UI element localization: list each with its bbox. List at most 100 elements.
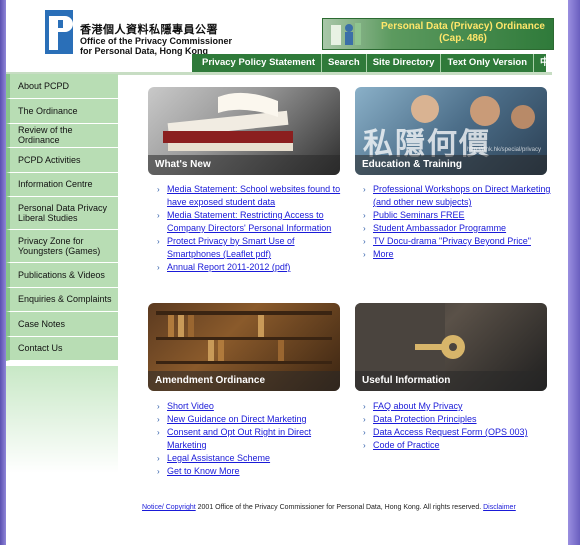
window-right-border [568,0,580,545]
bullet-arrow-icon: › [363,250,366,259]
whats-new-link-annual-report[interactable]: Annual Report 2011-2012 (pdf) [167,262,290,272]
list-item: › Annual Report 2011-2012 (pdf) [155,261,345,274]
amendment-link-short-video[interactable]: Short Video [167,401,214,411]
nav-chinese[interactable]: 中文 [533,54,565,72]
list-item: › Media Statement: School websites found … [155,183,345,209]
whats-new-panel[interactable]: What's New [148,87,340,175]
banner-line2: (Cap. 486) [439,33,487,44]
amendment-links: › Short Video › New Guidance on Direct Mar… [155,400,345,478]
nav-text-only[interactable]: Text Only Version [440,54,533,72]
ordinance-banner[interactable]: Personal Data (Privacy) Ordinance (Cap. … [322,18,554,50]
nav-privacy-policy[interactable]: Privacy Policy Statement [192,54,321,72]
bullet-arrow-icon: › [157,237,160,246]
amendment-ordinance-title: Amendment Ordinance [148,371,340,391]
amendment-ordinance-panel[interactable]: Amendment Ordinance [148,303,340,391]
sidebar-item-publications[interactable]: Publications & Videos [6,263,118,288]
disclaimer-link[interactable]: Disclaimer [483,504,516,511]
education-link-more[interactable]: More [373,249,394,259]
bullet-arrow-icon: › [157,185,160,194]
education-link-docu-drama[interactable]: TV Docu-drama "Privacy Beyond Price" [373,236,531,246]
amendment-link-guidance[interactable]: New Guidance on Direct Marketing [167,414,307,424]
ordinance-figure-icon [331,23,361,45]
useful-links: › FAQ about My Privacy › Data Protection P… [361,400,551,452]
amendment-link-know-more[interactable]: Get to Know More [167,466,240,476]
list-item: › Get to Know More [155,465,345,478]
bullet-arrow-icon: › [363,428,366,437]
sidebar-item-contact[interactable]: Contact Us [6,336,118,361]
bullet-arrow-icon: › [157,454,160,463]
bullet-arrow-icon: › [363,402,366,411]
top-navigation: Privacy Policy Statement Search Site Dir… [192,54,559,72]
nav-site-directory[interactable]: Site Directory [365,54,441,72]
education-link-workshops[interactable]: Professional Workshops on Direct Marketi… [373,184,550,207]
sidebar-item-case-notes[interactable]: Case Notes [6,312,118,337]
sidebar-item-privacy-zone[interactable]: Privacy Zone for Youngsters (Games) [6,230,118,263]
list-item: › Professional Workshops on Direct Market… [361,183,551,209]
list-item: › TV Docu-drama "Privacy Beyond Price" [361,235,551,248]
list-item: › Code of Practice [361,439,551,452]
list-item: › Data Protection Principles [361,413,551,426]
sidebar-item-about[interactable]: About PCPD [6,74,118,99]
sidebar-item-liberal-studies[interactable]: Personal Data Privacy Liberal Studies [6,197,118,230]
useful-link-access-form[interactable]: Data Access Request Form (OPS 003) [373,427,528,437]
bullet-arrow-icon: › [363,185,366,194]
education-link-ambassador[interactable]: Student Ambassador Programme [373,223,506,233]
list-item: › Data Access Request Form (OPS 003) [361,426,551,439]
logo-english-line1: Office of the Privacy Commissioner [80,36,233,46]
list-item: › Legal Assistance Scheme [155,452,345,465]
footer: Notice/ Copyright 2001 Office of the Pri… [142,504,562,511]
pcpd-logo-icon[interactable] [45,10,73,54]
education-training-title: Education & Training [355,155,547,175]
banner-line1: Personal Data (Privacy) Ordinance [381,21,545,32]
bullet-arrow-icon: › [157,428,160,437]
useful-link-code-of-practice[interactable]: Code of Practice [373,440,440,450]
whats-new-link-school-websites[interactable]: Media Statement: School websites found t… [167,184,340,207]
list-item: › Student Ambassador Programme [361,222,551,235]
sidebar-item-enquiries[interactable]: Enquiries & Complaints [6,287,118,312]
whats-new-title: What's New [148,155,340,175]
amendment-link-consent[interactable]: Consent and Opt Out Right in Direct Mark… [167,427,311,450]
education-link-seminars[interactable]: Public Seminars FREE [373,210,465,220]
footer-copyright-text: 2001 Office of the Privacy Commissioner … [195,504,484,511]
bullet-arrow-icon: › [363,237,366,246]
useful-information-title: Useful Information [355,371,547,391]
list-item: › Media Statement: Restricting Access to … [155,209,345,235]
sidebar-fill [6,366,118,545]
notice-copyright-link[interactable]: Notice/ Copyright [142,504,196,511]
list-item: › FAQ about My Privacy [361,400,551,413]
list-item: › Consent and Opt Out Right in Direct Mar… [155,426,345,452]
logo-chinese-name: 香港個人資料私隱專員公署 [80,23,218,36]
bullet-arrow-icon: › [363,211,366,220]
sidebar-item-review[interactable]: Review of the Ordinance [6,123,118,148]
bullet-arrow-icon: › [363,224,366,233]
bullet-arrow-icon: › [363,415,366,424]
list-item: › Public Seminars FREE [361,209,551,222]
whats-new-link-company-directors[interactable]: Media Statement: Restricting Access to C… [167,210,331,233]
bullet-arrow-icon: › [157,402,160,411]
nav-search[interactable]: Search [321,54,366,72]
bullet-arrow-icon: › [157,467,160,476]
list-item: › New Guidance on Direct Marketing [155,413,345,426]
education-links: › Professional Workshops on Direct Market… [361,183,551,261]
ordinance-banner-text: Personal Data (Privacy) Ordinance (Cap. … [373,21,553,45]
list-item: › More [361,248,551,261]
logo-text: 香港個人資料私隱專員公署 Office of the Privacy Commi… [80,23,260,57]
useful-link-principles[interactable]: Data Protection Principles [373,414,477,424]
whats-new-links: › Media Statement: School websites found … [155,183,345,274]
list-item: › Short Video [155,400,345,413]
amendment-link-legal-assistance[interactable]: Legal Assistance Scheme [167,453,270,463]
whats-new-link-smartphones[interactable]: Protect Privacy by Smart Use of Smartpho… [167,236,295,259]
education-training-panel[interactable]: 私隱何價 http://rthk.hk/special/privacy Educ… [355,87,547,175]
education-url-watermark: http://rthk.hk/special/privacy [466,147,541,153]
sidebar-item-information-centre[interactable]: Information Centre [6,172,118,197]
useful-information-panel[interactable]: Useful Information [355,303,547,391]
list-item: › Protect Privacy by Smart Use of Smartph… [155,235,345,261]
bullet-arrow-icon: › [363,441,366,450]
sidebar-item-ordinance[interactable]: The Ordinance [6,99,118,124]
sidebar: About PCPD The Ordinance Review of the O… [6,74,118,361]
useful-link-faq[interactable]: FAQ about My Privacy [373,401,463,411]
bullet-arrow-icon: › [157,415,160,424]
sidebar-item-activities[interactable]: PCPD Activities [6,148,118,173]
bullet-arrow-icon: › [157,263,160,272]
bullet-arrow-icon: › [157,211,160,220]
